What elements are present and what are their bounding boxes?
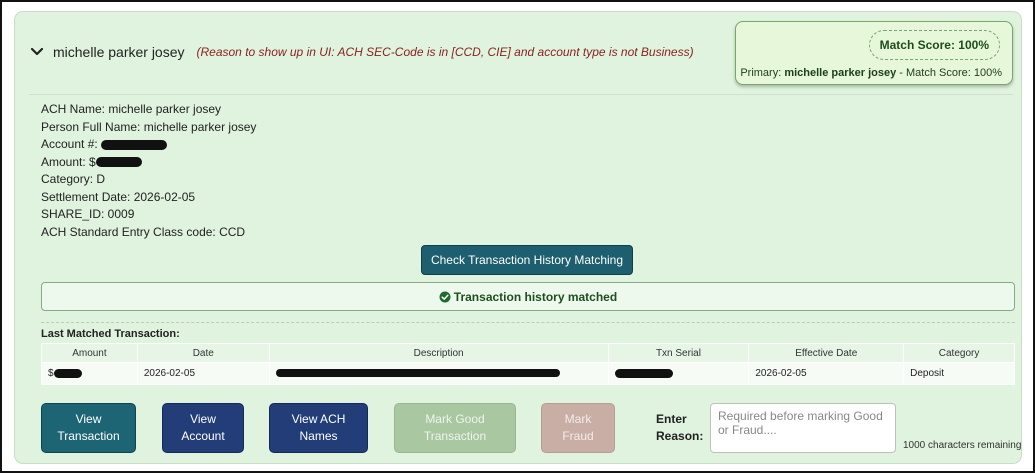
- page-frame: michelle parker josey (Reason to show up…: [0, 0, 1035, 473]
- primary-match-line: Primary: michelle parker josey - Match S…: [740, 67, 1002, 79]
- reason-label: Enter Reason:: [656, 411, 703, 445]
- sec-code: ACH Standard Entry Class code: CCD: [41, 224, 246, 239]
- redacted-amount: [95, 157, 142, 168]
- check-circle-icon: [439, 291, 451, 302]
- cell-amount: $: [41, 362, 138, 385]
- redacted-cell-amount: [53, 368, 82, 378]
- col-description: Description: [268, 343, 609, 363]
- col-amount: Amount: [41, 343, 138, 363]
- btn-line: Mark: [564, 412, 592, 426]
- characters-remaining: 1000 characters remaining: [903, 440, 1022, 451]
- person-name: michelle parker josey: [53, 44, 185, 60]
- review-card: michelle parker josey (Reason to show up…: [14, 11, 1022, 464]
- amount: Amount: $: [41, 154, 256, 172]
- record-header[interactable]: michelle parker josey (Reason to show up…: [29, 41, 694, 63]
- reason-note: (Reason to show up in UI: ACH SEC-Code i…: [196, 45, 694, 59]
- col-category: Category: [903, 343, 1015, 363]
- account-number: Account #:: [41, 136, 256, 154]
- primary-name: michelle parker josey: [784, 67, 897, 79]
- redacted-description: [275, 369, 560, 378]
- cell-effective-date: 2026-02-05: [748, 362, 905, 385]
- category: Category: D: [41, 172, 106, 186]
- reason-label-line: Reason:: [656, 429, 704, 443]
- col-txn-serial: Txn Serial: [607, 343, 750, 363]
- btn-line: View: [190, 412, 216, 426]
- redacted-serial: [614, 368, 673, 378]
- match-status-text: Transaction history matched: [453, 289, 618, 304]
- cell-category: Deposit: [903, 362, 1015, 385]
- view-ach-names-button[interactable]: View ACH Names: [269, 403, 368, 453]
- btn-line: Transaction: [423, 429, 487, 443]
- reason-label-line: Enter: [656, 412, 687, 426]
- match-score-badge: Match Score: 100%: [868, 30, 1000, 60]
- reason-input[interactable]: [710, 403, 896, 453]
- cell-txn-serial: [607, 362, 750, 385]
- cell-description: [268, 362, 609, 385]
- last-matched-label: Last Matched Transaction:: [41, 328, 180, 340]
- btn-line: Transaction: [57, 429, 120, 443]
- check-history-button[interactable]: Check Transaction History Matching: [421, 245, 633, 275]
- btn-line: Names: [299, 429, 338, 443]
- btn-line: View: [75, 412, 102, 426]
- settlement-date: Settlement Date: 2026-02-05: [41, 189, 196, 204]
- mark-good-button[interactable]: Mark Good Transaction: [394, 403, 516, 453]
- section-divider: [41, 322, 1015, 323]
- col-date: Date: [136, 343, 270, 363]
- account-label: Account #:: [41, 137, 98, 151]
- chevron-down-icon[interactable]: [29, 44, 45, 60]
- primary-prefix: Primary:: [740, 67, 785, 79]
- cell-date: 2026-02-05: [136, 362, 270, 385]
- ach-name: ACH Name: michelle parker josey: [41, 102, 222, 116]
- btn-line: View ACH: [291, 412, 346, 426]
- table-row: $ 2026-02-05 2026-02-05 Deposit: [41, 362, 1015, 385]
- mark-fraud-button[interactable]: Mark Fraud: [541, 403, 615, 453]
- amount-prefix: $: [48, 368, 54, 379]
- primary-score: - Match Score: 100%: [896, 67, 1002, 79]
- btn-line: Account: [181, 429, 225, 443]
- share-id: SHARE_ID: 0009: [41, 207, 135, 221]
- match-status-banner: Transaction history matched: [41, 282, 1015, 311]
- match-score-panel: Match Score: 100% Primary: michelle park…: [735, 21, 1013, 85]
- btn-line: Mark Good: [425, 412, 485, 426]
- redacted-account: [100, 139, 167, 150]
- last-matched-table: Amount Date Description Txn Serial Effec…: [41, 343, 1015, 385]
- btn-line: Fraud: [562, 429, 594, 443]
- table-header-row: Amount Date Description Txn Serial Effec…: [41, 343, 1015, 363]
- view-transaction-button[interactable]: View Transaction: [41, 403, 136, 453]
- view-account-button[interactable]: View Account: [162, 403, 244, 453]
- amount-label: Amount: $: [41, 154, 96, 169]
- ach-details: ACH Name: michelle parker josey Person F…: [41, 101, 256, 241]
- header-divider: [29, 94, 1013, 95]
- col-effective-date: Effective Date: [748, 343, 905, 363]
- person-full-name: Person Full Name: michelle parker josey: [41, 119, 257, 134]
